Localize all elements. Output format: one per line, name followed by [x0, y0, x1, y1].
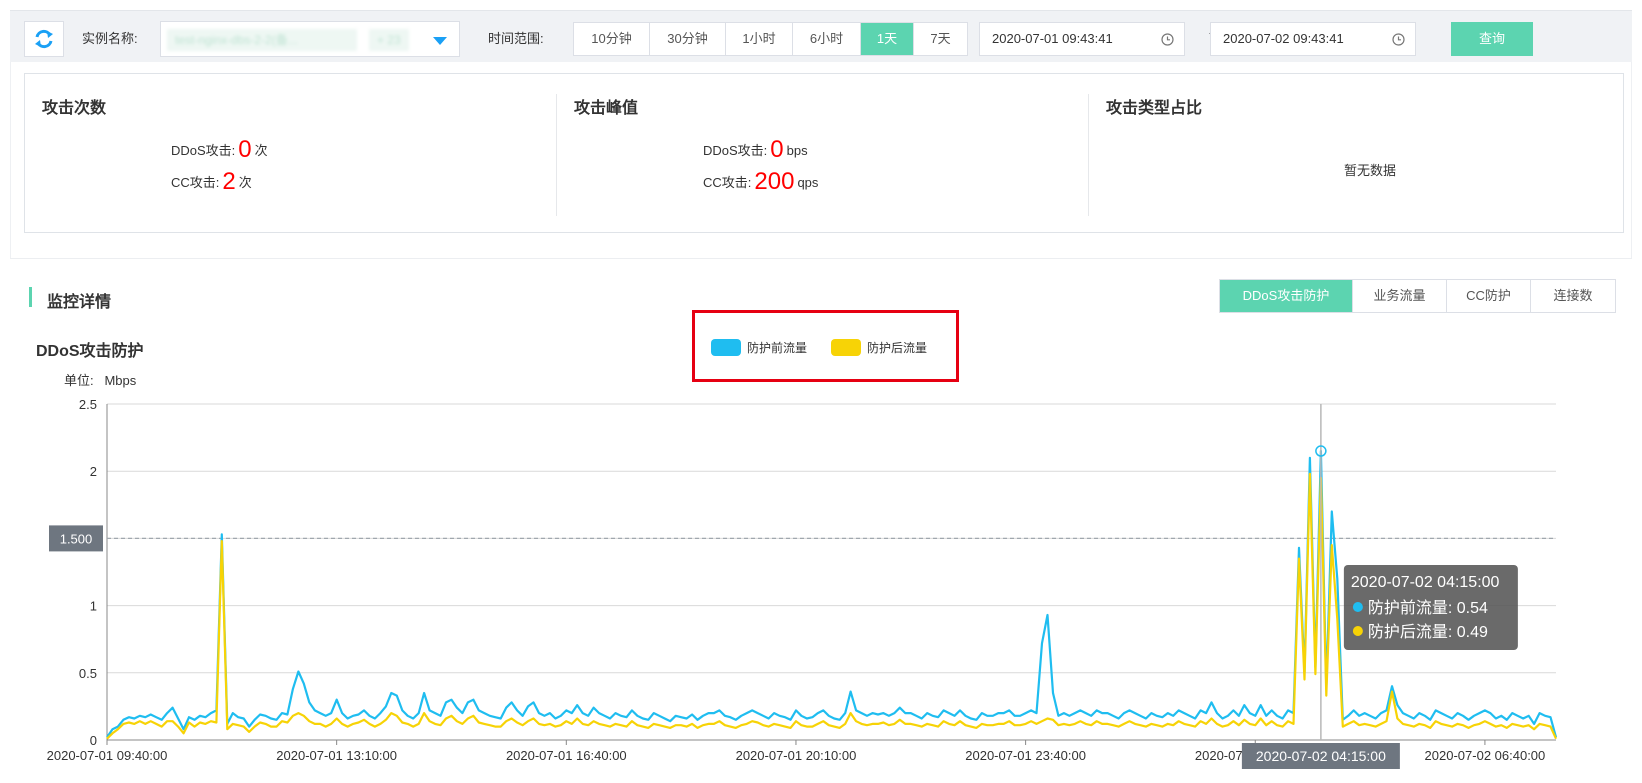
y-tick-label: 2.5	[79, 397, 97, 412]
y-tick-label: 2	[90, 464, 97, 479]
tooltip-dot-after	[1352, 626, 1363, 636]
x-tick-label: 2020-07-01 09:40:00	[47, 748, 168, 763]
x-tick-label: 2020-07-01 13:10:00	[276, 748, 397, 763]
tooltip-after: 防护后流量: 0.49	[1368, 623, 1488, 641]
y-tick-label: 0.5	[79, 666, 97, 681]
x-tick-label: 2020-07-02 06:40:00	[1425, 748, 1546, 763]
reference-label: 1.500	[60, 531, 93, 546]
series-line-before	[106, 449, 1558, 738]
tooltip-time: 2020-07-02 04:15:00	[1351, 574, 1500, 591]
x-tick-label: 2020-07-01 23:40:00	[965, 748, 1086, 763]
traffic-line-chart: 00.511.522.52020-07-01 09:40:002020-07-0…	[47, 397, 1558, 769]
tooltip-before: 防护前流量: 0.54	[1368, 599, 1488, 617]
crosshair-label: 2020-07-02 04:15:00	[1256, 748, 1386, 764]
y-tick-label: 1	[90, 599, 97, 614]
x-tick-label: 2020-07-01 20:10:00	[736, 748, 857, 763]
y-tick-label: 0	[90, 733, 97, 748]
tooltip-dot-before	[1352, 602, 1363, 612]
x-tick-label: 2020-07-01 16:40:00	[506, 748, 627, 763]
